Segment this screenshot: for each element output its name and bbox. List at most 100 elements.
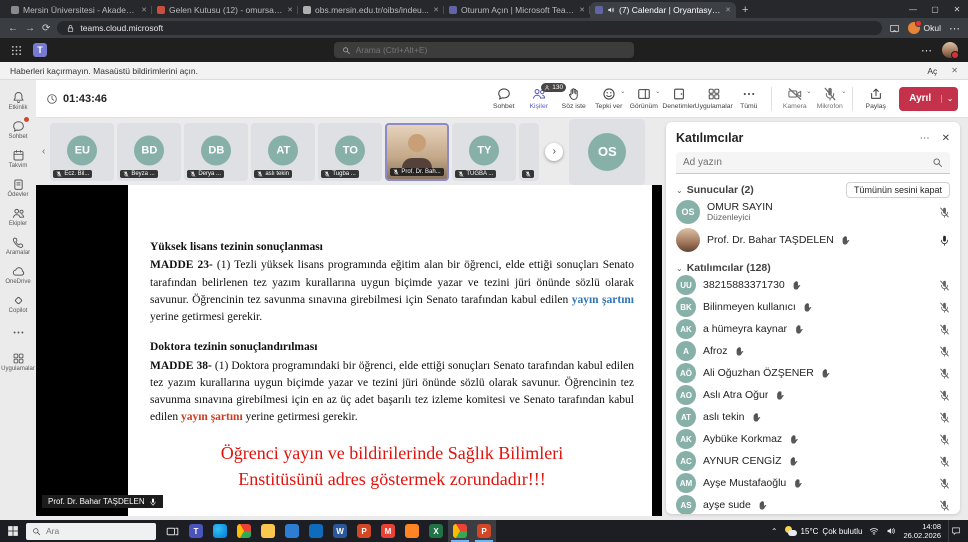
wifi-icon[interactable] <box>869 526 879 536</box>
notification-enable-button[interactable]: Aç <box>927 66 937 76</box>
chevron-down-icon[interactable]: ⌄ <box>676 186 683 195</box>
participant-row[interactable]: A Afroz ✋ <box>676 340 950 362</box>
chevron-down-icon[interactable]: ⌄ <box>655 88 660 95</box>
video-tile[interactable]: TO Tugba ... <box>318 123 382 181</box>
rail-item[interactable]: Sohbet <box>0 115 36 144</box>
participant-row[interactable]: BK Bilinmeyen kullanıcı ✋ <box>676 296 950 318</box>
browser-tab[interactable]: Oturum Açın | Microsoft Teams ✕ <box>444 2 590 18</box>
browser-tab[interactable]: obs.mersin.edu.tr/oibs/indeu... ✕ <box>298 2 444 18</box>
mic-off-icon[interactable] <box>939 500 950 511</box>
app-launcher-icon[interactable] <box>10 44 23 57</box>
taskbar-search[interactable] <box>26 523 156 540</box>
strip-next-button[interactable]: › <box>545 143 563 161</box>
leave-button-label[interactable]: Ayrıl <box>899 93 941 104</box>
taskbar-app-icon[interactable]: M <box>376 520 400 542</box>
strip-prev-icon[interactable]: ‹ <box>40 146 47 157</box>
participant-row[interactable]: AÖ Ali Oğuzhan ÖZŞENER ✋ <box>676 362 950 384</box>
rail-item[interactable]: Copilot <box>0 289 36 318</box>
volume-icon[interactable] <box>886 526 896 536</box>
taskbar-search-input[interactable] <box>46 526 150 536</box>
participant-search[interactable] <box>676 152 950 174</box>
toolbar-button[interactable]: Denetimler <box>661 87 696 110</box>
browser-tab[interactable]: Gelen Kutusu (12) - omursayin... ✕ <box>152 2 298 18</box>
mic-off-icon[interactable] <box>939 280 950 291</box>
chevron-down-icon[interactable]: ⌄ <box>806 88 811 95</box>
toolbar-button[interactable]: Söz iste <box>556 87 591 110</box>
taskbar-app-icon[interactable] <box>280 520 304 542</box>
taskbar-app-icon[interactable]: P <box>472 520 496 542</box>
taskbar-app-icon[interactable]: X <box>424 520 448 542</box>
taskbar-app-icon[interactable] <box>208 520 232 542</box>
participant-search-input[interactable] <box>683 157 926 168</box>
url-field[interactable]: teams.cloud.microsoft <box>57 21 881 35</box>
toolbar-button[interactable]: Uygulamalar <box>696 87 731 110</box>
cast-icon[interactable] <box>889 23 900 34</box>
mute-all-button[interactable]: Tümünün sesini kapat <box>846 182 950 198</box>
participant-row[interactable]: AK a hümeyra kaynar ✋ <box>676 318 950 340</box>
notification-close-icon[interactable]: ✕ <box>951 66 958 75</box>
close-button[interactable]: ✕ <box>946 0 968 18</box>
taskbar-app-icon[interactable]: W <box>328 520 352 542</box>
mic-off-icon[interactable] <box>939 207 950 218</box>
taskbar-app-icon[interactable] <box>448 520 472 542</box>
tab-close-icon[interactable]: ✕ <box>725 6 731 14</box>
rail-item[interactable]: Etkinlik <box>0 86 36 115</box>
participant-row[interactable]: AK Aybüke Korkmaz ✋ <box>676 428 950 450</box>
rail-item[interactable]: Uygulamalar <box>0 347 36 376</box>
tab-close-icon[interactable]: ✕ <box>433 6 439 14</box>
teams-search[interactable] <box>334 42 634 58</box>
mic-off-icon[interactable] <box>939 456 950 467</box>
teams-more-icon[interactable]: ⋯ <box>921 44 932 57</box>
chevron-down-icon[interactable]: ⌄ <box>841 88 846 95</box>
rail-item[interactable]: Ekipler <box>0 202 36 231</box>
minimize-button[interactable]: — <box>902 0 924 18</box>
participant-row[interactable]: AS ayşe sude ✋ <box>676 494 950 514</box>
share-button[interactable]: Paylaş <box>858 87 893 110</box>
rail-item[interactable]: Aramalar <box>0 231 36 260</box>
mic-off-icon[interactable] <box>939 324 950 335</box>
toolbar-button[interactable]: Tepki ver ⌄ <box>591 87 626 110</box>
video-tile[interactable]: TY TUĞBA ... <box>452 123 516 181</box>
participant-row[interactable]: OS OMUR SAYIN Düzenleyici <box>676 198 950 226</box>
rail-item[interactable]: Takvim <box>0 144 36 173</box>
participant-row[interactable]: AO Aslı Atra Oğur ✋ <box>676 384 950 406</box>
browser-tab[interactable]: Mersin Üniversitesi - Akademi... ✕ <box>6 2 152 18</box>
device-toggle-button[interactable]: Kamera ⌄ <box>777 87 812 110</box>
task-view-button[interactable] <box>160 520 184 542</box>
participant-row[interactable]: AC AYNUR CENGİZ ✋ <box>676 450 950 472</box>
teams-profile-avatar[interactable] <box>942 42 958 58</box>
forward-button[interactable]: → <box>25 23 35 34</box>
tab-close-icon[interactable]: ✕ <box>579 6 585 14</box>
mic-off-icon[interactable] <box>939 478 950 489</box>
browser-profile-button[interactable]: Okul <box>908 22 941 34</box>
video-tile[interactable]: AT aslı tekin <box>251 123 315 181</box>
toolbar-button[interactable]: Sohbet <box>486 87 521 110</box>
toolbar-button[interactable]: Kişiler 130 <box>521 87 556 110</box>
taskbar-clock[interactable]: 14:08 26.02.2026 <box>903 522 941 541</box>
mic-icon[interactable] <box>939 235 950 246</box>
toolbar-button[interactable]: Görünüm ⌄ <box>626 87 661 110</box>
new-tab-button[interactable]: + <box>736 4 756 18</box>
toolbar-button[interactable]: Tümü <box>731 87 766 110</box>
rail-item[interactable] <box>0 318 36 347</box>
video-tile-partial[interactable] <box>519 123 539 181</box>
maximize-button[interactable]: ▢ <box>924 0 946 18</box>
taskbar-app-icon[interactable]: T <box>184 520 208 542</box>
back-button[interactable]: ← <box>8 23 18 34</box>
tab-close-icon[interactable]: ✕ <box>287 6 293 14</box>
taskbar-app-icon[interactable] <box>232 520 256 542</box>
mic-off-icon[interactable] <box>939 434 950 445</box>
video-tile[interactable]: DB Derya ... <box>184 123 248 181</box>
mic-off-icon[interactable] <box>939 346 950 357</box>
mic-off-icon[interactable] <box>939 390 950 401</box>
spotlight-tile[interactable]: OS <box>569 119 645 185</box>
chevron-down-icon[interactable]: ⌄ <box>676 264 683 273</box>
tray-chevron-icon[interactable]: ⌃ <box>771 527 778 536</box>
leave-options-chevron[interactable]: ⌄ <box>941 95 958 103</box>
participant-row[interactable]: UU 38215883371730 ✋ <box>676 274 950 296</box>
taskbar-app-icon[interactable] <box>256 520 280 542</box>
participant-row[interactable]: Prof. Dr. Bahar TAŞDELEN ✋ <box>676 226 950 254</box>
participant-row[interactable]: AM Ayşe Mustafaoğlu ✋ <box>676 472 950 494</box>
mic-off-icon[interactable] <box>939 368 950 379</box>
weather-widget[interactable]: 15°C Çok bulutlu <box>785 526 863 536</box>
